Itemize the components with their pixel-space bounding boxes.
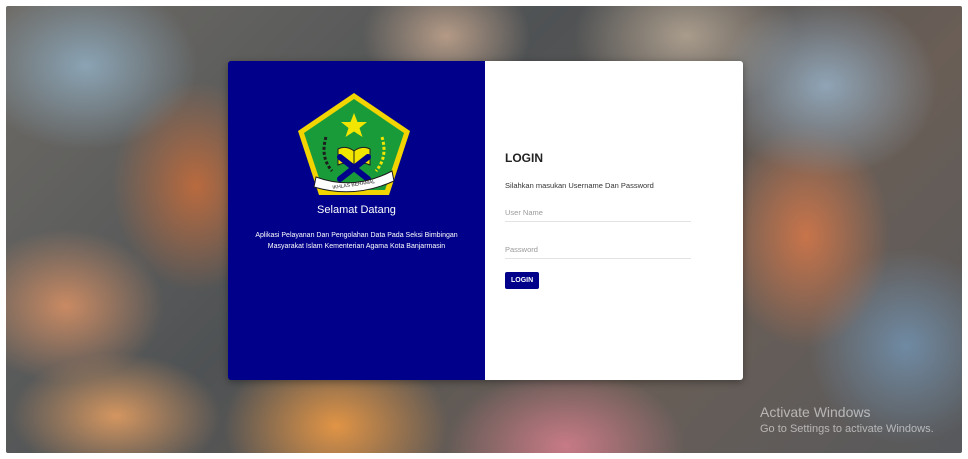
watermark-title: Activate Windows — [760, 404, 871, 420]
login-subtitle: Silahkan masukan Username Dan Password — [505, 181, 654, 190]
app-description: Aplikasi Pelayanan Dan Pengolahan Data P… — [255, 232, 458, 250]
login-button[interactable]: LOGIN — [505, 272, 540, 289]
login-panel: LOGIN Silahkan masukan Username Dan Pass… — [485, 61, 743, 380]
login-card: IKHLAS BERAMAL Selamat Datang Aplikasi P… — [228, 61, 743, 380]
branding-panel: IKHLAS BERAMAL Selamat Datang Aplikasi P… — [228, 61, 485, 380]
login-title: LOGIN — [505, 151, 543, 165]
password-input[interactable] — [505, 243, 691, 259]
kemenag-emblem-icon: IKHLAS BERAMAL — [298, 93, 410, 195]
welcome-heading: Selamat Datang — [317, 204, 396, 216]
username-input[interactable] — [505, 206, 691, 222]
watermark-subtitle: Go to Settings to activate Windows. — [760, 423, 934, 435]
activate-windows-watermark: Activate Windows Go to Settings to activ… — [760, 404, 934, 435]
